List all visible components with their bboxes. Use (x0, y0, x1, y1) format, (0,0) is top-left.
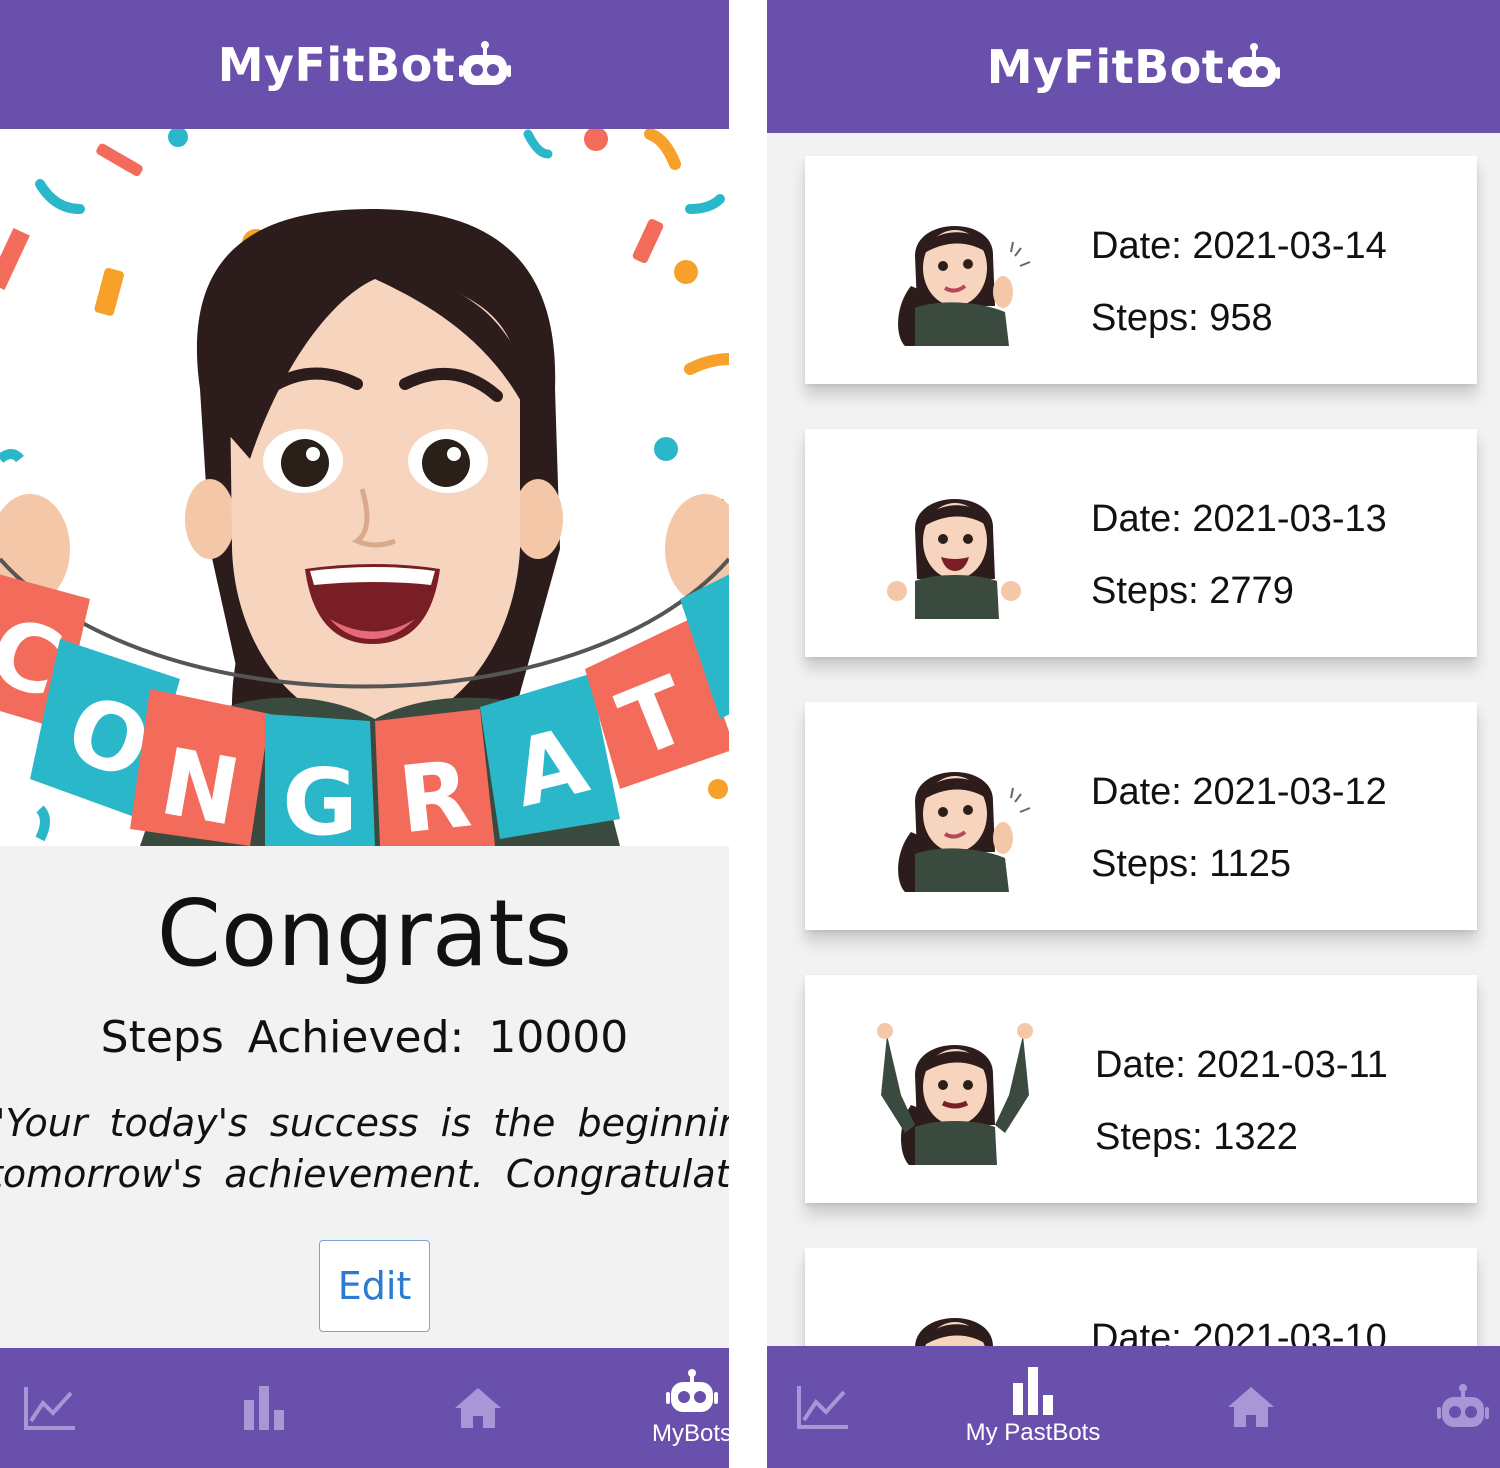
card-steps: Steps: 2779 (1091, 570, 1294, 612)
congrats-title: Congrats (156, 880, 573, 987)
card-date: Date: 2021-03-12 (1091, 771, 1387, 813)
motivational-quote: "Your today's success is the beginning t… (0, 1098, 729, 1200)
steps-achieved-label: Steps Achieved: (100, 1012, 465, 1063)
tab-mybots-label: MyBots (651, 1420, 729, 1447)
tab-trends[interactable] (793, 1346, 853, 1468)
card-info: Date: 2021-03-10 (1091, 1302, 1387, 1346)
tab-past-bots[interactable]: My PastBots (953, 1346, 1113, 1468)
past-bot-card[interactable]: Date: 2021-03-10 (805, 1248, 1477, 1346)
brand-logo: MyFitBot (218, 38, 512, 92)
tab-past-bots-label: My PastBots (965, 1419, 1101, 1446)
bar-chart-icon (244, 1386, 284, 1430)
app-header: MyFitBot (767, 0, 1500, 133)
tab-mybots[interactable]: MyBots (640, 1348, 729, 1468)
avatar-peek-image (915, 1318, 993, 1346)
past-bot-card[interactable]: Date: 2021-03-13 Steps: 2779 (805, 429, 1477, 657)
edit-button[interactable]: Edit (319, 1240, 430, 1332)
bottom-tab-bar: MyBots (0, 1348, 729, 1468)
card-info: Date: 2021-03-13 Steps: 2779 (1091, 483, 1387, 627)
app-title: MyFitBot (986, 39, 1225, 94)
past-bot-card[interactable]: Date: 2021-03-11 Steps: 1322 (805, 975, 1477, 1203)
card-date: Date: 2021-03-14 (1091, 225, 1387, 267)
past-bots-screen: MyFitBot Date: 2021-03-14 Steps: 958 Dat… (767, 0, 1500, 1468)
avatar-clap-image (898, 772, 1031, 892)
card-steps: Steps: 1322 (1095, 1116, 1298, 1158)
home-icon (455, 1388, 501, 1428)
card-steps: Steps: 958 (1091, 297, 1273, 339)
card-info: Date: 2021-03-11 Steps: 1322 (1095, 1029, 1388, 1173)
card-info: Date: 2021-03-14 Steps: 958 (1091, 210, 1387, 354)
avatar-cheer-image (887, 499, 1021, 619)
past-bots-list[interactable]: Date: 2021-03-14 Steps: 958 Date: 2021-0… (767, 133, 1500, 1346)
home-icon (1228, 1387, 1274, 1427)
past-bot-card[interactable]: Date: 2021-03-12 Steps: 1125 (805, 702, 1477, 930)
congrats-screen: MyFitBot C O N G R A T Congrats Steps Ac… (0, 0, 729, 1468)
tab-home[interactable] (1223, 1346, 1279, 1468)
steps-achieved: Steps Achieved: 10000 (0, 1012, 729, 1063)
avatar-arms-up-image (877, 1023, 1033, 1165)
brand-logo: MyFitBot (987, 40, 1281, 94)
robot-icon (666, 1369, 718, 1412)
steps-achieved-value: 10000 (488, 1012, 629, 1063)
quote-line-2: tomorrow's achievement. Congratulations (0, 1152, 729, 1196)
card-date: Date: 2021-03-10 (1091, 1317, 1387, 1346)
trend-chart-icon (24, 1387, 75, 1430)
quote-line-1: "Your today's success is the beginning (0, 1101, 729, 1145)
card-date: Date: 2021-03-13 (1091, 498, 1387, 540)
card-info: Date: 2021-03-12 Steps: 1125 (1091, 756, 1387, 900)
svg-text:R: R (394, 741, 476, 846)
tab-trends[interactable] (20, 1348, 80, 1468)
congrats-avatar-image: C O N G R A T (0, 129, 729, 846)
robot-icon (1437, 1384, 1489, 1427)
app-title: MyFitBot (217, 37, 456, 92)
trend-chart-icon (797, 1386, 848, 1429)
app-header: MyFitBot (0, 0, 729, 129)
avatar-clap-image (898, 226, 1031, 346)
past-bot-card[interactable]: Date: 2021-03-14 Steps: 958 (805, 156, 1477, 384)
robot-logo-icon (459, 40, 512, 85)
tab-home[interactable] (450, 1348, 506, 1468)
tab-past-bots[interactable] (236, 1348, 292, 1468)
robot-logo-icon (1228, 42, 1281, 87)
card-steps: Steps: 1125 (1091, 843, 1292, 885)
card-date: Date: 2021-03-11 (1095, 1044, 1388, 1086)
bar-chart-icon (1013, 1367, 1053, 1415)
svg-text:G: G (282, 749, 358, 846)
tab-mybots[interactable] (1433, 1346, 1493, 1468)
bottom-tab-bar: My PastBots (767, 1346, 1500, 1468)
